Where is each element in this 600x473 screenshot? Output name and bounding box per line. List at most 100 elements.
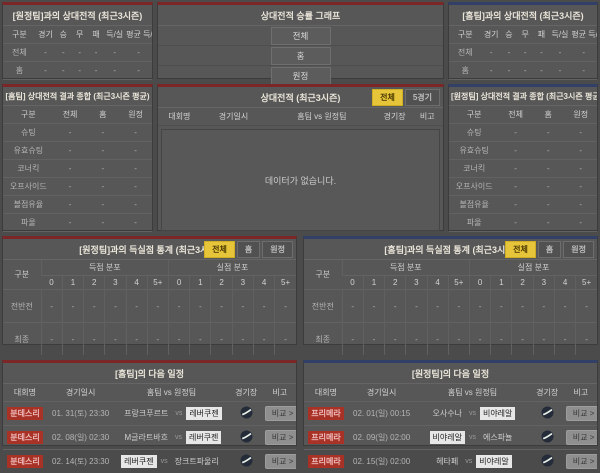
cell-value: - [499, 124, 532, 142]
cell-value: - [41, 290, 62, 323]
cell-value: - [36, 62, 55, 80]
table-row: 오프사이드 - - - [449, 178, 597, 196]
column-header: 승 [501, 26, 517, 44]
cell-value: - [532, 196, 565, 214]
table-header-row: 구분경기승무패득/실평균 득/실 [449, 26, 597, 44]
cell-value: - [501, 62, 517, 80]
cell-value: - [36, 44, 55, 62]
cell-value: - [564, 178, 597, 196]
compare-button[interactable]: 비교 > [265, 454, 296, 469]
compare-button[interactable]: 비교 > [265, 406, 296, 421]
cell-value: - [190, 290, 211, 323]
winrate-row-label: 원정 [271, 67, 331, 85]
cell-value: - [86, 124, 119, 142]
cell-value: - [406, 323, 427, 356]
cell-value: - [72, 62, 88, 80]
table-row: 최종 - - - - - - - - - - - - [3, 323, 296, 356]
group-header-row: 구분 득점 분포 실점 분포 [3, 260, 296, 276]
score-column: 1 [491, 276, 512, 290]
match-teams: 오사수나 vs 비야레알 [416, 407, 528, 420]
row-label: 전체 [449, 44, 482, 62]
filter-home-button[interactable]: 홈 [538, 241, 561, 258]
filter-group: 전체 홈 원정 [505, 241, 594, 258]
away-team-name: 비야레알 [476, 455, 511, 468]
stadium-icon[interactable] [240, 430, 253, 445]
filter-away-button[interactable]: 원정 [262, 241, 293, 258]
away-team-name: 레버쿠젠 [186, 431, 221, 444]
goal-stats-table-home: 구분 득점 분포 실점 분포 0 1 2 3 4 5+ 0 1 2 3 4 5+ [3, 260, 296, 355]
filter-all-button[interactable]: 전체 [204, 241, 235, 258]
cell-value: - [448, 323, 469, 356]
table-row: 유효슈팅 - - - [3, 142, 152, 160]
table-header-row: 구분경기승무패득/실평균 득/실 [3, 26, 152, 44]
stadium-icon[interactable] [240, 454, 253, 469]
score-column: 2 [385, 276, 406, 290]
cell-value: - [499, 178, 532, 196]
cell-value: - [491, 290, 512, 323]
filter-home-button[interactable]: 홈 [237, 241, 260, 258]
compare-button[interactable]: 비교 > [265, 430, 296, 445]
cell-value: - [570, 44, 597, 62]
cell-value: - [512, 290, 533, 323]
filter-all-button[interactable]: 전체 [372, 89, 403, 106]
row-label: 볼점유율 [449, 196, 499, 214]
cell-value: - [533, 62, 549, 80]
table-row: 홈 - - - - - - [3, 62, 152, 80]
cell-value: - [84, 323, 105, 356]
filter-all-button[interactable]: 전체 [505, 241, 536, 258]
panel-title: [원정팀]과의 득실점 통계 (최근3시즌) 전체 홈 원정 [3, 239, 296, 260]
cell-value: - [532, 160, 565, 178]
winrate-row-label: 홈 [271, 47, 331, 65]
cell-value: - [88, 44, 104, 62]
match-teams: 헤타페 vs 비야레알 [416, 455, 528, 468]
stadium-icon[interactable] [240, 406, 253, 421]
panel-result-summary-home: [홈팀] 상대전적 결과 종합 (최근3시즌 평균) 구분전체홈원정 슈팅 - … [2, 84, 153, 231]
column-header: 전체 [54, 106, 87, 124]
compare-button[interactable]: 비교 > [566, 430, 597, 445]
compare-button[interactable]: 비교 > [566, 406, 597, 421]
table-header-row: 구분전체홈원정 [449, 106, 597, 124]
league-badge: 분데스리 [7, 431, 42, 444]
column-header: 경기 [36, 26, 55, 44]
row-label: 오프사이드 [449, 178, 499, 196]
row-label: 오프사이드 [3, 178, 54, 196]
row-label: 최종 [3, 323, 41, 356]
cell-value: - [532, 124, 565, 142]
row-label: 볼점유율 [3, 196, 54, 214]
column-header: 전체 [499, 106, 532, 124]
column-header-note: 비고 [412, 111, 443, 122]
corner-header: 구분 [3, 260, 41, 290]
score-column: 3 [232, 276, 253, 290]
score-column: 3 [105, 276, 126, 290]
compare-button[interactable]: 비교 > [566, 454, 597, 469]
cell-value: - [253, 323, 274, 356]
column-header-match: 홈팀 vs 원정팀 [114, 384, 228, 402]
cell-value: - [491, 323, 512, 356]
cell-value: - [86, 214, 119, 232]
column-header-league: 대회명 [158, 111, 201, 122]
column-header-league: 대회명 [304, 384, 348, 402]
cell-value: - [550, 44, 571, 62]
cell-value: - [576, 323, 597, 356]
stadium-icon[interactable] [541, 430, 554, 445]
table-row: 파울 - - - [449, 214, 597, 232]
table-row: 슈팅 - - - [3, 124, 152, 142]
stadium-icon[interactable] [541, 454, 554, 469]
cell-value: - [363, 290, 384, 323]
cell-value: - [105, 323, 126, 356]
home-team-name: M글라트바흐 [121, 431, 170, 444]
column-header: 패 [533, 26, 549, 44]
stadium-icon[interactable] [541, 406, 554, 421]
cell-value: - [86, 160, 119, 178]
vs-label: vs [175, 434, 182, 441]
filter-5games-button[interactable]: 5경기 [405, 89, 440, 106]
column-header: 원정 [119, 106, 152, 124]
cell-value: - [532, 142, 565, 160]
match-datetime: 02. 14(토) 23:30 [47, 450, 114, 473]
filter-away-button[interactable]: 원정 [563, 241, 594, 258]
panel-title: 상대전적 승률 그래프 [158, 5, 443, 26]
group-header-scored: 득점 분포 [342, 260, 469, 276]
cell-value: - [554, 323, 575, 356]
panel-goal-stats-away: [홈팀]과의 득실점 통계 (최근3시즌) 전체 홈 원정 구분 득점 분포 실… [303, 236, 598, 345]
score-column: 1 [190, 276, 211, 290]
